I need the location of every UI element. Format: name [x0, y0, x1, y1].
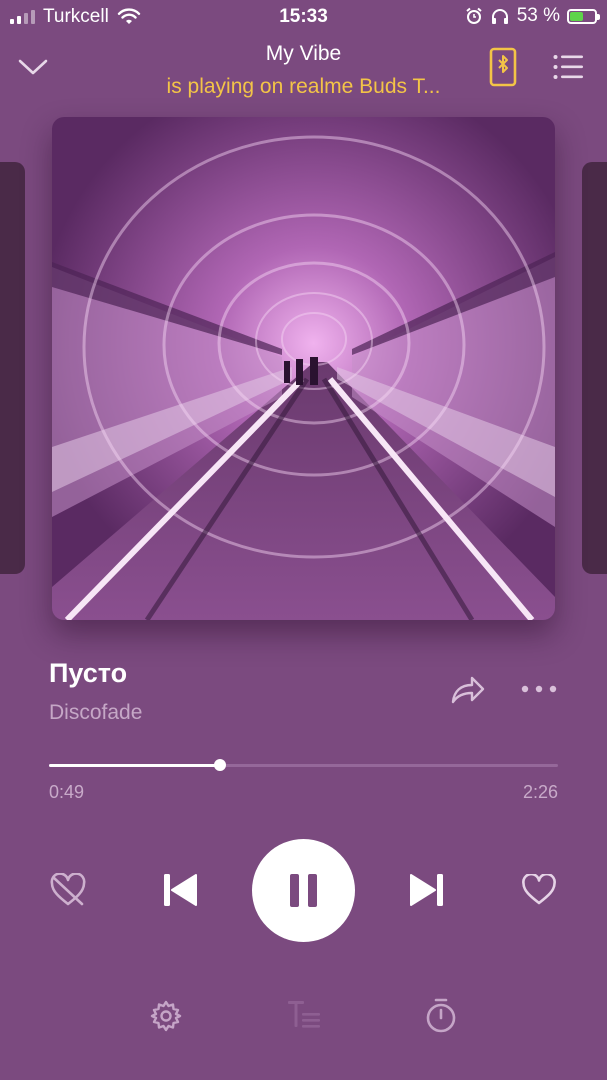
headphones-icon [491, 9, 508, 24]
battery-level [570, 11, 583, 21]
pause-button[interactable] [252, 839, 355, 942]
battery-percent: 53 % [516, 5, 560, 26]
total-time: 2:26 [522, 782, 558, 802]
more-icon[interactable] [521, 684, 557, 694]
status-bar: Turkcell 15:33 53 % [0, 0, 607, 34]
timer-icon[interactable] [424, 997, 458, 1035]
next-artwork-card[interactable] [582, 162, 607, 574]
progress-fill [49, 764, 220, 767]
tunnel-image [52, 117, 555, 620]
heart-icon[interactable] [521, 874, 557, 906]
battery-icon [567, 8, 600, 24]
player-screen: { "status_bar": { "carrier": "Turkcell",… [0, 0, 607, 1080]
gear-icon[interactable] [149, 999, 183, 1033]
alarm-icon [466, 7, 482, 24]
elapsed-time: 0:49 [49, 782, 85, 802]
previous-artwork-card[interactable] [0, 162, 25, 574]
share-icon[interactable] [450, 675, 486, 705]
bluetooth-phone-icon[interactable] [488, 46, 518, 88]
progress-handle[interactable] [214, 759, 226, 771]
next-icon[interactable] [409, 872, 445, 908]
pause-icon [290, 874, 317, 907]
album-artwork [52, 117, 555, 620]
list-icon[interactable] [553, 54, 584, 80]
status-right: 53 % [465, 5, 600, 27]
lyrics-icon[interactable] [287, 999, 321, 1031]
dislike-heart-icon[interactable] [49, 873, 87, 907]
previous-icon[interactable] [162, 872, 198, 908]
track-artist[interactable]: Discofade [49, 701, 142, 725]
track-title: Пусто [49, 658, 128, 688]
